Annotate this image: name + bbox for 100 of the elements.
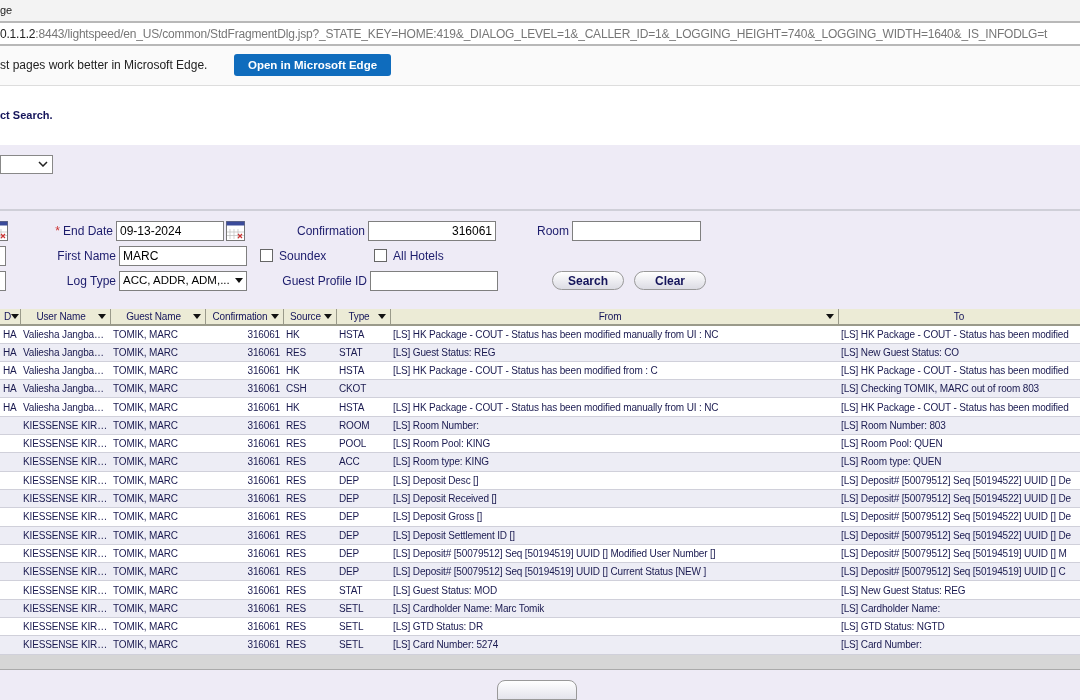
table-cell: HK <box>283 397 336 417</box>
table-cell: DEP <box>336 562 390 581</box>
table-cell: KIESSENSE KIR… <box>20 617 110 636</box>
table-cell: TOMIK, MARC <box>110 489 205 508</box>
table-cell: [LS] Deposit# [50079512] Seq [50194522] UUID [] De <box>838 526 1080 545</box>
input-field[interactable] <box>0 245 6 266</box>
column-header[interactable]: Type <box>336 308 390 325</box>
sort-caret-icon <box>97 313 106 319</box>
table-cell: TOMIK, MARC <box>110 580 205 600</box>
table-cell: [LS] HK Package - COUT - Status has been modified from : C <box>390 361 838 380</box>
sort-caret-icon <box>377 313 386 319</box>
sort-caret-icon <box>270 313 279 319</box>
table-cell: 316061 <box>205 599 283 618</box>
table-cell: [LS] Room Number: 803 <box>838 416 1080 435</box>
input-field[interactable]: MARC <box>119 245 247 266</box>
table-cell: TOMIK, MARC <box>110 635 205 655</box>
table-cell: KIESSENSE KIR… <box>20 434 110 453</box>
table-cell: [LS] Room type: QUEN <box>838 452 1080 472</box>
table-cell: [LS] Room type: KING <box>390 452 838 472</box>
table-cell: HA <box>0 397 20 417</box>
clear-button[interactable]: Clear <box>634 271 706 291</box>
table-cell: RES <box>283 617 336 636</box>
column-header[interactable]: To <box>838 308 1080 325</box>
search-button[interactable]: Search <box>552 271 624 291</box>
table-cell: DEP <box>336 489 390 508</box>
table-cell: [LS] Room Pool: QUEN <box>838 434 1080 453</box>
table-cell: HSTA <box>336 397 390 417</box>
log-type-dropdown[interactable]: ACC, ADDR, ADM,... <box>119 270 247 291</box>
table-cell: KIESSENSE KIR… <box>20 562 110 581</box>
checkbox[interactable] <box>374 249 387 263</box>
table-cell: [LS] New Guest Status: REG <box>838 580 1080 600</box>
table-cell: DEP <box>336 507 390 527</box>
table-cell: [LS] Deposit# [50079512] Seq [50194519] UUID [] Current Status [NEW ] <box>390 562 838 581</box>
table-cell: [LS] GTD Status: DR <box>390 617 838 636</box>
table-cell: Valiesha Jangba… <box>20 324 110 344</box>
table-cell: 316061 <box>205 324 283 344</box>
table-cell: [LS] Guest Status: REG <box>390 343 838 362</box>
table-cell: RES <box>283 562 336 581</box>
sort-caret-icon <box>192 313 201 319</box>
window-title: ge <box>0 3 13 19</box>
table-cell: [LS] Deposit# [50079512] Seq [50194519] UUID [] M <box>838 544 1080 563</box>
table-cell: [LS] Card Number: <box>838 635 1080 655</box>
open-in-edge-button[interactable]: Open in Microsoft Edge <box>234 54 392 77</box>
table-cell: TOMIK, MARC <box>110 544 205 563</box>
table-cell: Valiesha Jangba… <box>20 397 110 417</box>
column-header[interactable]: Source <box>283 308 336 325</box>
table-cell: [LS] Room Pool: KING <box>390 434 838 453</box>
input-field[interactable] <box>370 270 498 291</box>
column-header[interactable]: From <box>390 308 838 325</box>
column-header[interactable]: Guest Name <box>110 308 205 325</box>
table-cell: 316061 <box>205 544 283 563</box>
checkbox[interactable] <box>260 249 273 263</box>
table-cell: [LS] Deposit# [50079512] Seq [50194522] UUID [] De <box>838 489 1080 508</box>
table-cell: 316061 <box>205 434 283 453</box>
input-field[interactable]: 316061 <box>368 220 496 241</box>
checkbox-label: Soundex <box>279 247 327 265</box>
table-cell: RES <box>283 526 336 545</box>
column-header[interactable]: User Name <box>20 308 110 325</box>
table-cell: RES <box>283 416 336 435</box>
table-cell: CSH <box>283 379 336 398</box>
column-header[interactable]: Confirmation <box>205 308 283 325</box>
table-cell: TOMIK, MARC <box>110 361 205 380</box>
table-cell: HA <box>0 343 20 362</box>
table-cell: [LS] Deposit Desc [] <box>390 471 838 490</box>
input-field[interactable] <box>572 220 701 241</box>
table-cell: [LS] Cardholder Name: Marc Tomik <box>390 599 838 618</box>
table-cell: [LS] Card Number: 5274 <box>390 635 838 655</box>
table-cell: TOMIK, MARC <box>110 397 205 417</box>
table-cell: 316061 <box>205 452 283 472</box>
chevron-down-icon <box>38 161 48 168</box>
table-cell: Valiesha Jangba… <box>20 361 110 380</box>
table-cell: [LS] Guest Status: MOD <box>390 580 838 600</box>
infobar-message: st pages work better in Microsoft Edge. <box>0 57 209 75</box>
table-cell: CKOT <box>336 379 390 398</box>
field-label: Log Type <box>66 272 116 290</box>
table-cell: [LS] HK Package - COUT - Status has been modified <box>838 361 1080 380</box>
column-header[interactable]: D <box>0 308 20 325</box>
table-cell: KIESSENSE KIR… <box>20 599 110 618</box>
table-cell: [LS] Deposit# [50079512] Seq [50194519] UUID [] C <box>838 562 1080 581</box>
sort-caret-icon <box>825 313 834 319</box>
table-cell: RES <box>283 599 336 618</box>
table-cell: ACC <box>336 452 390 472</box>
checkbox-label: All Hotels <box>393 247 444 265</box>
table-cell: KIESSENSE KIR… <box>20 635 110 655</box>
calendar-icon[interactable] <box>226 220 245 241</box>
table-cell: 316061 <box>205 343 283 362</box>
dialog-button[interactable] <box>497 680 577 700</box>
table-cell: DEP <box>336 471 390 490</box>
dropdown[interactable] <box>0 270 6 291</box>
table-cell: TOMIK, MARC <box>110 452 205 472</box>
table-cell: KIESSENSE KIR… <box>20 452 110 472</box>
table-cell: [LS] Deposit Settlement ID [] <box>390 526 838 545</box>
address-bar[interactable]: 0.1.1.2:8443/lightspeed/en_US/common/StdFragmentDlg.jsp?_STATE_KEY=HOME:419&_DIALOG_LEVEL=1&_CALLER_ID=1&_LOGGING_HEIGHT=740&_LOGGING_WIDTH=1640&_IS_INFODLG=t <box>0 21 1080 47</box>
table-cell: [LS] HK Package - COUT - Status has been modified manually from UI : NC <box>390 397 838 417</box>
url-path: :8443/lightspeed/en_US/common/StdFragmentDlg.jsp?_STATE_KEY=HOME:419&_DIALOG_LEVEL=1&_CALLER_ID=1&_LOGGING_HEIGHT=740&_LOGGING_WIDTH=1640&_IS_INFODLG=t <box>35 25 1048 43</box>
date-field[interactable]: 09-13-2024 <box>116 220 224 241</box>
dropdown[interactable] <box>0 154 53 174</box>
table-cell: TOMIK, MARC <box>110 617 205 636</box>
table-cell: Valiesha Jangba… <box>20 343 110 362</box>
table-cell: RES <box>283 544 336 563</box>
